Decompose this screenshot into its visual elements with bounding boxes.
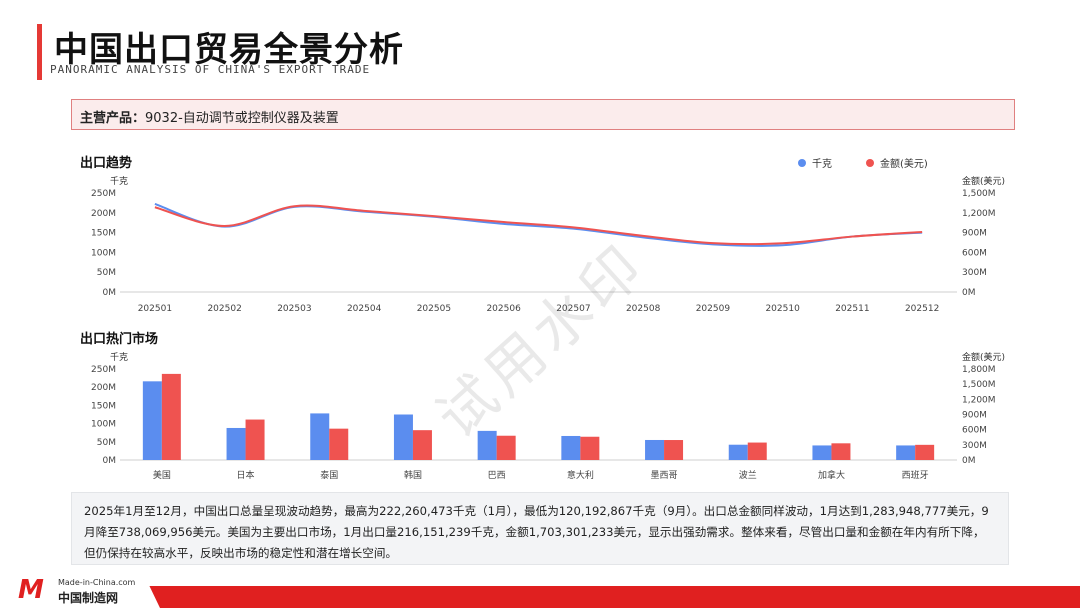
legend-label: 千克 — [812, 158, 832, 170]
x-tick-label: 墨西哥 — [651, 470, 678, 481]
y-axis-left-title: 千克 — [110, 176, 128, 187]
y-tick-left-label: 50M — [97, 268, 116, 278]
x-tick-label: 202503 — [277, 304, 311, 314]
made-in-china-logo-icon: M — [18, 575, 44, 605]
bar-amount — [496, 435, 516, 460]
y-tick-right-label: 1,200M — [962, 395, 996, 405]
export-market-chart: 0M 50M 100M 150M 200M 250M 0M 300M 600M 900M 1,200… — [91, 351, 1005, 481]
x-tick-label: 202509 — [696, 304, 731, 314]
y-tick-right-label: 900M — [962, 229, 987, 239]
y-tick-left-label: 250M — [91, 365, 116, 375]
x-tick-label: 西班牙 — [902, 469, 929, 481]
bar-amount — [329, 428, 349, 460]
product-value: 9032-自动调节或控制仪器及装置 — [145, 111, 339, 126]
y-tick-left-label: 200M — [91, 383, 116, 393]
export-trend-chart: 0M 50M 100M 150M 200M 250M 0M 300M 600M 900M 1,200… — [91, 157, 1005, 314]
bar-amount — [747, 442, 767, 460]
x-tick-label: 202512 — [905, 304, 939, 314]
y-tick-left-label: 250M — [91, 189, 116, 199]
y-tick-left-label: 50M — [97, 438, 116, 448]
bar-kg — [142, 381, 162, 460]
y-axis-left-title: 千克 — [110, 352, 128, 363]
logo-site-name: Made-in-China.com — [58, 578, 136, 587]
x-tick-label: 202511 — [835, 304, 869, 314]
legend-dot-icon — [798, 159, 806, 167]
legend-label: 金额(美元) — [880, 157, 928, 170]
x-tick-label: 波兰 — [739, 469, 757, 481]
y-tick-right-label: 0M — [962, 288, 976, 298]
y-tick-right-label: 1,500M — [962, 189, 996, 199]
x-tick-label: 202510 — [765, 304, 800, 314]
bar-kg — [812, 445, 832, 460]
bar-amount — [915, 444, 935, 460]
y-tick-left-label: 150M — [91, 401, 116, 411]
y-axis-right-title: 金额(美元) — [962, 175, 1005, 187]
x-tick-label: 美国 — [153, 469, 171, 481]
y-tick-left-label: 200M — [91, 209, 116, 219]
page-subtitle: PANORAMIC ANALYSIS OF CHINA'S EXPORT TRA… — [50, 63, 371, 76]
title-accent-bar — [37, 24, 42, 80]
y-tick-right-label: 1,800M — [962, 365, 996, 375]
bar-amount — [161, 373, 181, 460]
x-tick-label: 韩国 — [404, 469, 422, 481]
bar-amount — [580, 436, 600, 460]
y-tick-left-label: 150M — [91, 229, 116, 239]
line-series-amount — [154, 204, 923, 246]
x-tick-label: 202508 — [626, 304, 661, 314]
footer-bar — [0, 586, 1080, 608]
bar-amount — [664, 440, 684, 460]
y-tick-left-label: 0M — [103, 456, 117, 466]
x-tick-label: 202501 — [138, 304, 172, 314]
x-tick-label: 加拿大 — [818, 469, 845, 481]
bar-kg — [561, 435, 581, 460]
bar-kg — [896, 445, 916, 460]
bar-amount — [831, 443, 851, 460]
y-tick-right-label: 1,200M — [962, 209, 996, 219]
y-tick-right-label: 0M — [962, 456, 976, 466]
legend-dot-icon — [866, 159, 874, 167]
bar-amount — [412, 430, 432, 460]
logo-cn-name: 中国制造网 — [58, 591, 119, 605]
bar-kg — [477, 430, 497, 460]
y-tick-right-label: 900M — [962, 411, 987, 421]
x-tick-label: 202507 — [556, 304, 590, 314]
x-tick-label: 意大利 — [567, 469, 594, 481]
x-tick-label: 202502 — [207, 304, 241, 314]
y-tick-right-label: 600M — [962, 426, 987, 436]
y-tick-left-label: 0M — [103, 288, 117, 298]
summary-text: 2025年1月至12月，中国出口总量呈现波动趋势，最高为222,260,473千… — [71, 492, 1009, 565]
bar-kg — [393, 414, 413, 460]
product-label: 主营产品： — [80, 111, 146, 126]
y-axis-right-title: 金额(美元) — [962, 351, 1005, 363]
x-tick-label: 202506 — [486, 304, 521, 314]
product-banner: 主营产品：9032-自动调节或控制仪器及装置 — [71, 99, 1015, 130]
bar-kg — [728, 444, 748, 460]
y-tick-right-label: 300M — [962, 441, 987, 451]
x-tick-label: 巴西 — [488, 470, 506, 481]
bar-amount — [245, 419, 265, 460]
bar-kg — [226, 427, 246, 460]
y-tick-right-label: 1,500M — [962, 380, 996, 390]
y-tick-right-label: 300M — [962, 268, 987, 278]
y-tick-right-label: 600M — [962, 248, 987, 258]
y-tick-left-label: 100M — [91, 248, 116, 258]
x-tick-label: 202504 — [347, 304, 382, 314]
bar-kg — [645, 439, 665, 460]
x-tick-label: 泰国 — [320, 469, 338, 481]
x-tick-label: 202505 — [417, 304, 451, 314]
x-tick-label: 日本 — [237, 469, 255, 481]
bar-kg — [310, 413, 330, 460]
y-tick-left-label: 100M — [91, 420, 116, 430]
